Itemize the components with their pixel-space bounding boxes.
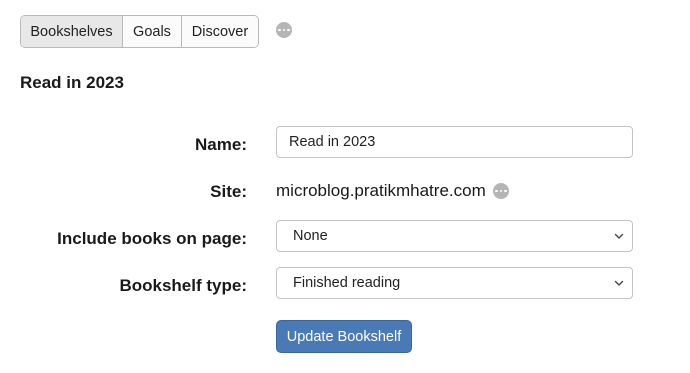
tab-bookshelves[interactable]: Bookshelves <box>21 16 123 47</box>
include-books-label: Include books on page: <box>57 229 247 248</box>
bookshelf-type-selected-value: Finished reading <box>293 275 401 291</box>
chevron-down-icon <box>614 231 624 241</box>
name-input[interactable] <box>276 126 633 158</box>
site-label: Site: <box>210 182 247 201</box>
chevron-down-icon <box>614 278 624 288</box>
site-value: microblog.pratikmhatre.com <box>276 181 486 200</box>
bookshelf-tabs: Bookshelves Goals Discover <box>20 15 259 48</box>
tab-discover[interactable]: Discover <box>182 16 258 47</box>
tab-goals[interactable]: Goals <box>123 16 182 47</box>
include-books-select[interactable]: None <box>276 220 633 252</box>
update-bookshelf-button[interactable]: Update Bookshelf <box>276 320 412 353</box>
bookshelf-edit-page: Bookshelves Goals Discover Read in 2023 … <box>0 0 690 373</box>
more-options-icon[interactable] <box>276 22 292 38</box>
page-title: Read in 2023 <box>20 73 124 92</box>
include-books-selected-value: None <box>293 228 328 244</box>
bookshelf-type-select[interactable]: Finished reading <box>276 267 633 299</box>
bookshelf-type-label: Bookshelf type: <box>119 276 247 295</box>
site-more-options-icon[interactable] <box>493 183 509 199</box>
name-label: Name: <box>195 135 247 154</box>
